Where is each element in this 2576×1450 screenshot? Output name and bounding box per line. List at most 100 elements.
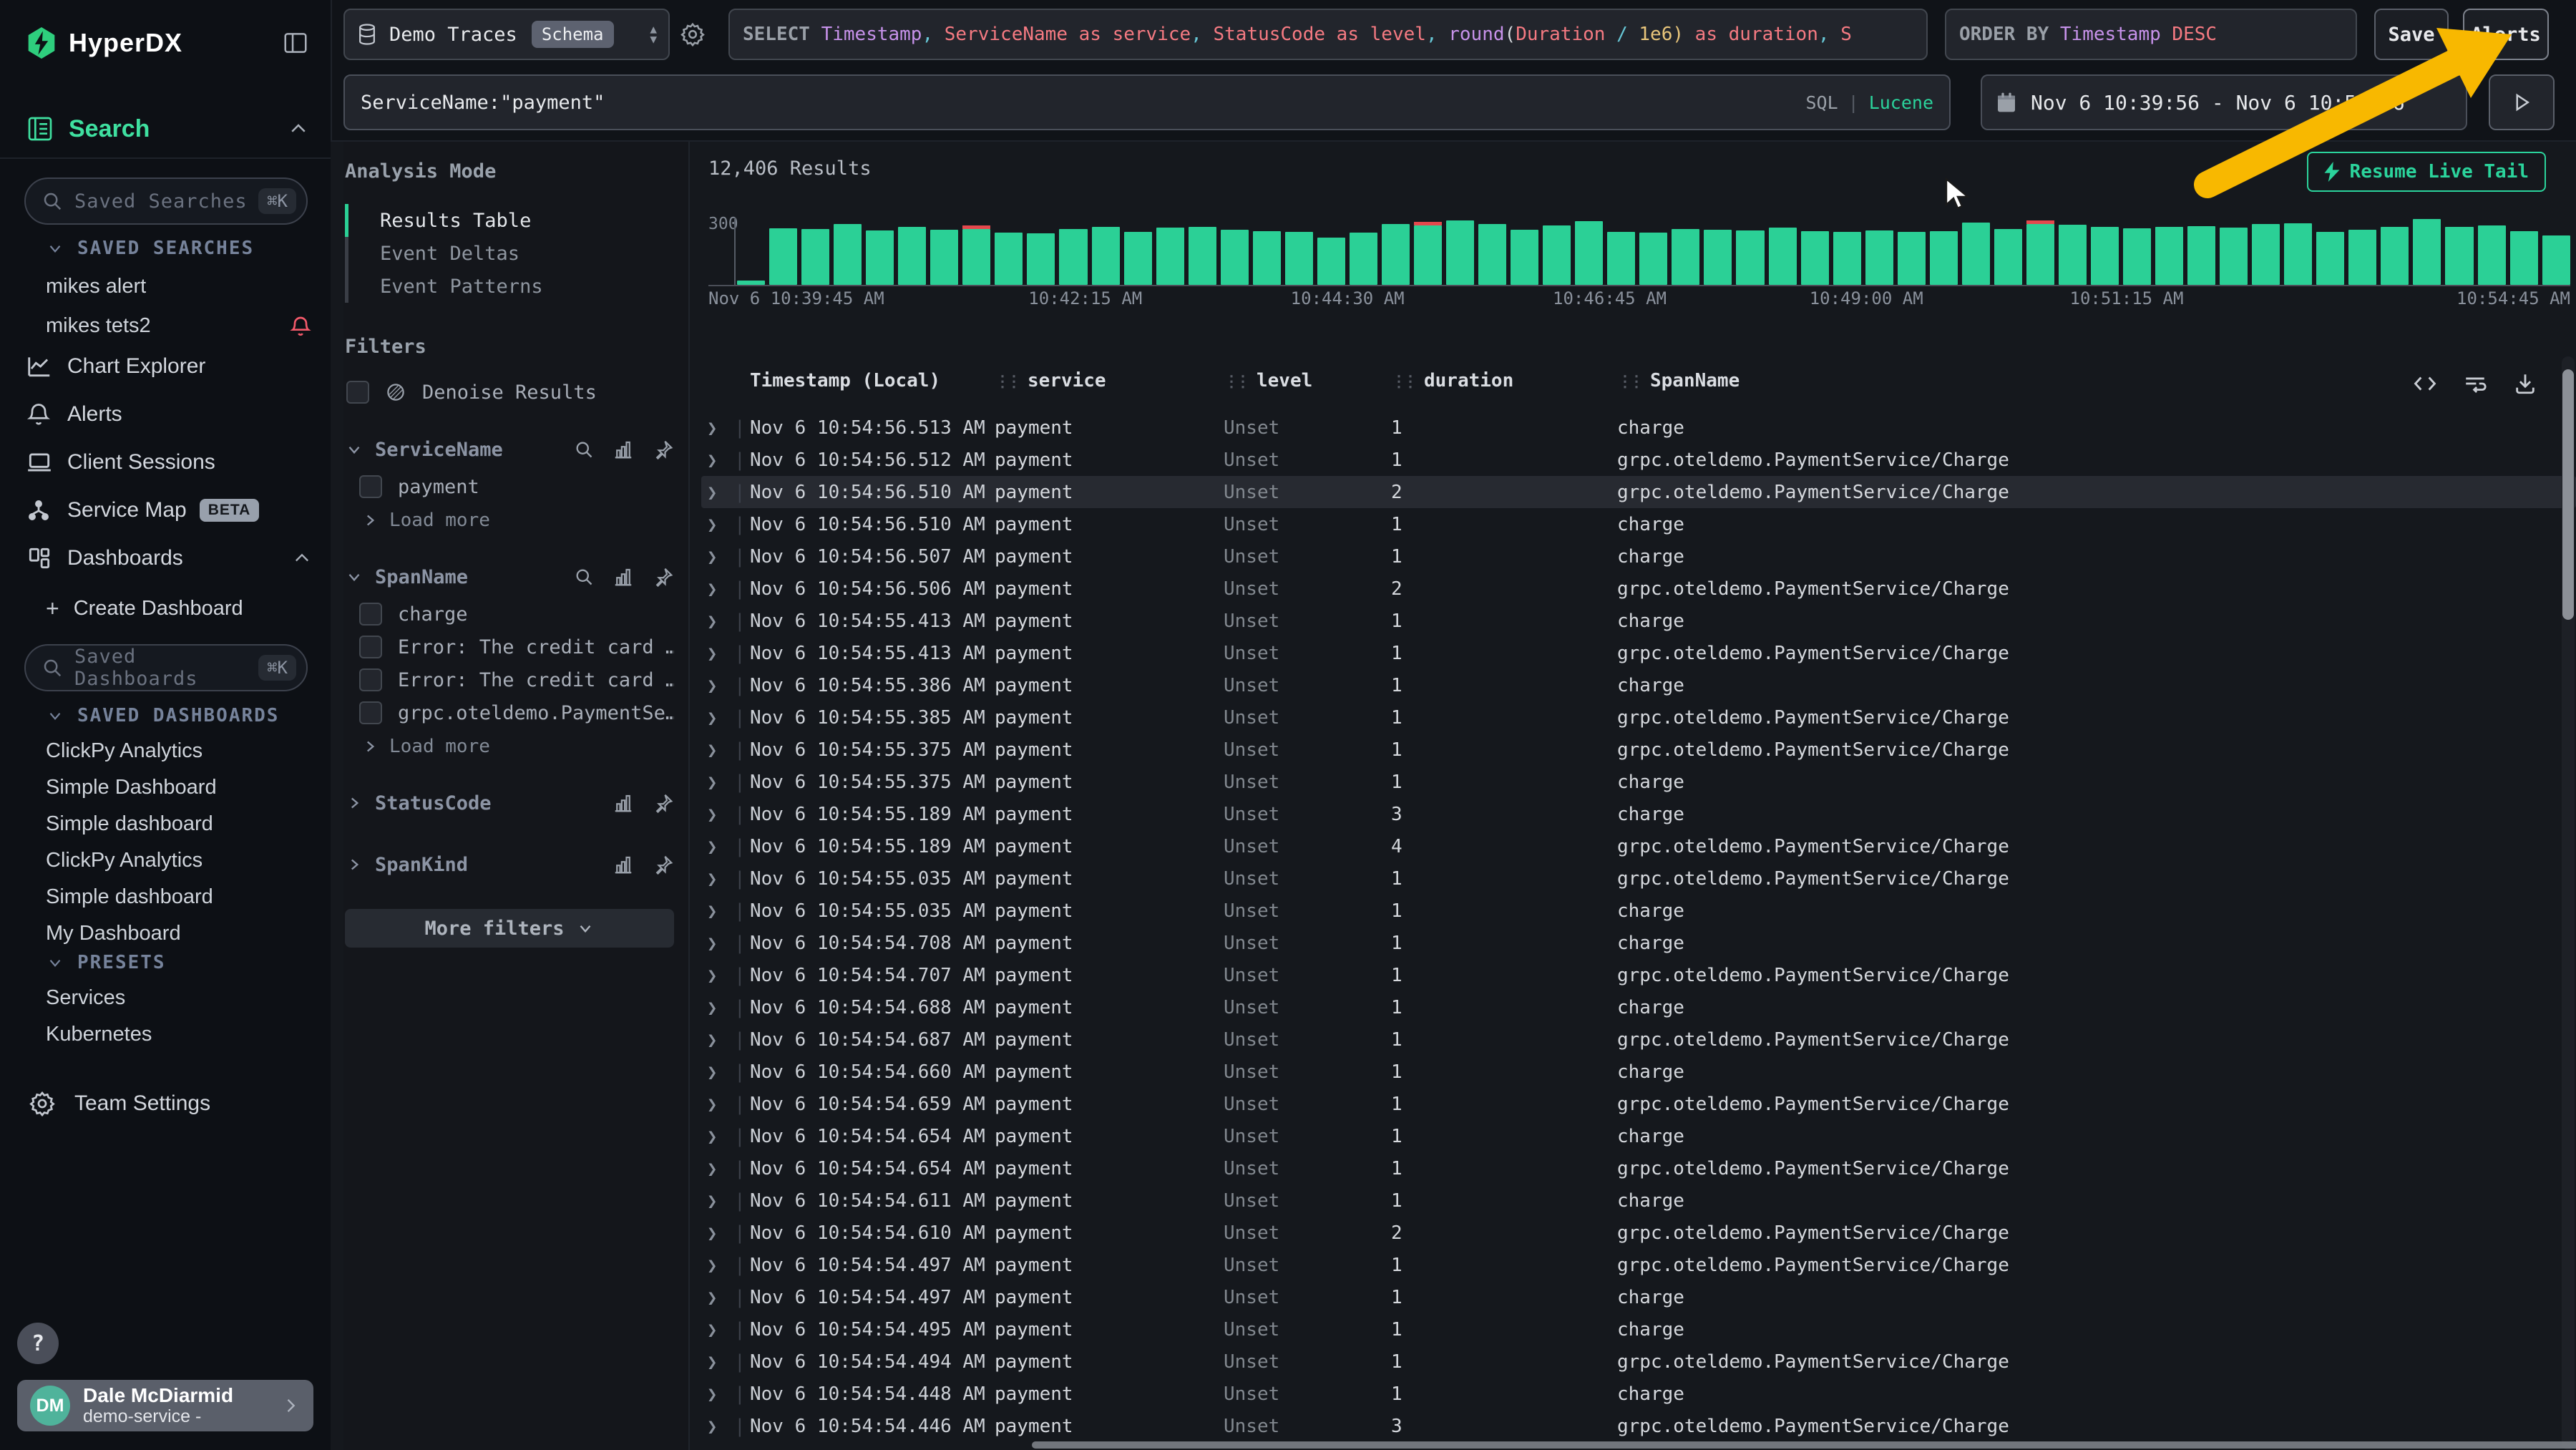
saved-dashboard-item[interactable]: Simple dashboard — [46, 812, 312, 836]
column-header-service[interactable]: ⋮⋮service — [995, 370, 1106, 391]
denoise-checkbox[interactable] — [346, 381, 369, 404]
chevron-down-icon[interactable] — [345, 440, 364, 459]
table-row[interactable]: ❯|Nov 6 10:54:54.495 AMpaymentUnset1char… — [701, 1313, 2576, 1346]
facet-chart-icon[interactable] — [613, 566, 634, 588]
download-icon[interactable] — [2513, 371, 2537, 396]
table-row[interactable]: ❯|Nov 6 10:54:56.512 AMpaymentUnset1grpc… — [701, 444, 2576, 476]
row-expand-chevron[interactable]: ❯ — [707, 482, 717, 502]
row-expand-chevron[interactable]: ❯ — [707, 869, 717, 889]
table-row[interactable]: ❯|Nov 6 10:54:55.375 AMpaymentUnset1grpc… — [701, 734, 2576, 766]
row-expand-chevron[interactable]: ❯ — [707, 901, 717, 921]
table-row[interactable]: ❯|Nov 6 10:54:55.386 AMpaymentUnset1char… — [701, 669, 2576, 701]
table-row[interactable]: ❯|Nov 6 10:54:55.035 AMpaymentUnset1char… — [701, 895, 2576, 927]
row-expand-chevron[interactable]: ❯ — [707, 804, 717, 824]
row-expand-chevron[interactable]: ❯ — [707, 1384, 717, 1404]
table-row[interactable]: ❯|Nov 6 10:54:54.688 AMpaymentUnset1char… — [701, 991, 2576, 1023]
table-row[interactable]: ❯|Nov 6 10:54:54.659 AMpaymentUnset1grpc… — [701, 1088, 2576, 1120]
vertical-scrollbar-thumb[interactable] — [2562, 369, 2574, 620]
load-more-button[interactable]: Load more — [361, 510, 674, 531]
facet-chart-icon[interactable] — [613, 854, 634, 875]
facet-checkbox[interactable] — [359, 603, 382, 626]
table-row[interactable]: ❯|Nov 6 10:54:56.506 AMpaymentUnset2grpc… — [701, 573, 2576, 605]
table-row[interactable]: ❯|Nov 6 10:54:56.513 AMpaymentUnset1char… — [701, 412, 2576, 444]
column-header-level[interactable]: ⋮⋮level — [1224, 370, 1312, 391]
sidebar-item-alerts[interactable]: Alerts — [26, 390, 312, 438]
facet-value[interactable]: grpc.oteldemo.PaymentSe… — [359, 701, 674, 724]
row-expand-chevron[interactable]: ❯ — [707, 1352, 717, 1372]
row-expand-chevron[interactable]: ❯ — [707, 1030, 717, 1050]
sidebar-item-search[interactable]: Search — [26, 109, 309, 149]
sidebar-item-dashboards[interactable]: Dashboards — [26, 534, 312, 582]
row-expand-chevron[interactable]: ❯ — [707, 515, 717, 535]
alerts-button[interactable]: Alerts — [2463, 9, 2549, 60]
table-row[interactable]: ❯|Nov 6 10:54:54.708 AMpaymentUnset1char… — [701, 927, 2576, 959]
saved-dashboards-input[interactable]: Saved Dashboards ⌘K — [24, 644, 308, 691]
facet-checkbox[interactable] — [359, 701, 382, 724]
user-menu[interactable]: DM Dale McDiarmid demo-service - — [17, 1380, 313, 1431]
row-expand-chevron[interactable]: ❯ — [707, 1288, 717, 1308]
table-row[interactable]: ❯|Nov 6 10:54:56.510 AMpaymentUnset2grpc… — [701, 476, 2576, 508]
table-row[interactable]: ❯|Nov 6 10:54:54.494 AMpaymentUnset1grpc… — [701, 1346, 2576, 1378]
preset-item[interactable]: Services — [46, 986, 312, 1010]
save-button[interactable]: Save — [2374, 9, 2449, 60]
column-drag-handle[interactable]: ⋮⋮ — [995, 373, 1018, 391]
facet-header-spanname[interactable]: SpanName — [345, 561, 674, 593]
facet-checkbox[interactable] — [359, 636, 382, 658]
table-row[interactable]: ❯|Nov 6 10:54:55.413 AMpaymentUnset1grpc… — [701, 637, 2576, 669]
row-expand-chevron[interactable]: ❯ — [707, 418, 717, 438]
row-expand-chevron[interactable]: ❯ — [707, 740, 717, 760]
facet-header-statuscode[interactable]: StatusCode — [345, 787, 674, 819]
create-dashboard-button[interactable]: + Create Dashboard — [46, 595, 312, 622]
sql-select-input[interactable]: SELECT Timestamp, ServiceName as service… — [728, 9, 1928, 60]
facet-chart-icon[interactable] — [613, 439, 634, 460]
facet-pin-icon[interactable] — [653, 439, 674, 460]
row-expand-chevron[interactable]: ❯ — [707, 772, 717, 792]
column-drag-handle[interactable]: ⋮⋮ — [1617, 373, 1640, 391]
facet-pin-icon[interactable] — [653, 792, 674, 814]
lucene-mode-toggle[interactable]: Lucene — [1869, 92, 1933, 113]
facet-chart-icon[interactable] — [613, 792, 634, 814]
table-row[interactable]: ❯|Nov 6 10:54:54.654 AMpaymentUnset1char… — [701, 1120, 2576, 1152]
sidebar-collapse-icon[interactable] — [282, 29, 309, 57]
table-row[interactable]: ❯|Nov 6 10:54:55.385 AMpaymentUnset1grpc… — [701, 701, 2576, 734]
table-row[interactable]: ❯|Nov 6 10:54:54.611 AMpaymentUnset1char… — [701, 1184, 2576, 1217]
preset-item[interactable]: Kubernetes — [46, 1023, 312, 1046]
row-expand-chevron[interactable]: ❯ — [707, 965, 717, 986]
column-drag-handle[interactable]: ⋮⋮ — [1224, 373, 1246, 391]
table-row[interactable]: ❯|Nov 6 10:54:54.660 AMpaymentUnset1char… — [701, 1056, 2576, 1088]
row-expand-chevron[interactable]: ❯ — [707, 1223, 717, 1243]
wrap-lines-icon[interactable] — [2463, 371, 2487, 396]
chevron-down-icon[interactable] — [345, 568, 364, 586]
saved-searches-input[interactable]: Saved Searches ⌘K — [24, 177, 308, 225]
facet-value[interactable]: charge — [359, 603, 674, 626]
table-row[interactable]: ❯|Nov 6 10:54:54.687 AMpaymentUnset1grpc… — [701, 1023, 2576, 1056]
table-row[interactable]: ❯|Nov 6 10:54:54.446 AMpaymentUnset3grpc… — [701, 1410, 2576, 1442]
facet-pin-icon[interactable] — [653, 854, 674, 875]
more-filters-button[interactable]: More filters — [345, 909, 674, 948]
table-row[interactable]: ❯|Nov 6 10:54:55.413 AMpaymentUnset1char… — [701, 605, 2576, 637]
row-expand-chevron[interactable]: ❯ — [707, 450, 717, 470]
horizontal-scrollbar-thumb[interactable] — [1032, 1441, 2576, 1449]
table-row[interactable]: ❯|Nov 6 10:54:54.497 AMpaymentUnset1grpc… — [701, 1249, 2576, 1281]
row-expand-chevron[interactable]: ❯ — [707, 1127, 717, 1147]
saved-dashboard-item[interactable]: ClickPy Analytics — [46, 739, 312, 763]
chevron-up-icon[interactable] — [288, 118, 309, 140]
mode-tab-results-table[interactable]: Results Table — [345, 204, 674, 237]
help-button[interactable]: ? — [17, 1323, 59, 1364]
saved-search-item[interactable]: mikes tets2 — [46, 314, 312, 338]
column-drag-handle[interactable]: ⋮⋮ — [1391, 373, 1414, 391]
facet-pin-icon[interactable] — [653, 566, 674, 588]
chevron-up-icon[interactable] — [292, 548, 312, 568]
facet-header-servicename[interactable]: ServiceName — [345, 434, 674, 465]
sidebar-item-team-settings[interactable]: Team Settings — [29, 1090, 210, 1117]
presets-section[interactable]: PRESETS — [46, 952, 312, 973]
table-row[interactable]: ❯|Nov 6 10:54:55.375 AMpaymentUnset1char… — [701, 766, 2576, 798]
facet-value[interactable]: Error: The credit card … — [359, 668, 674, 691]
facet-value[interactable]: payment — [359, 475, 674, 498]
facet-checkbox[interactable] — [359, 475, 382, 498]
facet-checkbox[interactable] — [359, 668, 382, 691]
saved-dashboard-item[interactable]: Simple Dashboard — [46, 776, 312, 799]
table-row[interactable]: ❯|Nov 6 10:54:55.189 AMpaymentUnset4grpc… — [701, 830, 2576, 862]
source-settings-gear-icon[interactable] — [680, 21, 706, 47]
saved-searches-section[interactable]: SAVED SEARCHES — [46, 238, 312, 259]
